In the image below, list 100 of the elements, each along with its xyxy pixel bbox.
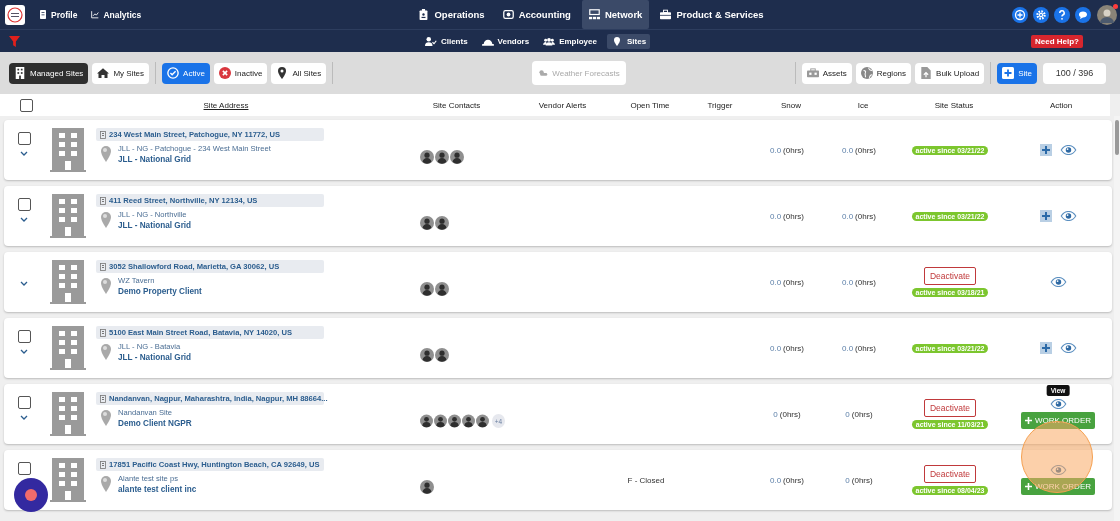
add-icon[interactable] bbox=[1039, 210, 1052, 222]
row-checkbox[interactable] bbox=[17, 132, 31, 145]
client-name-link[interactable]: alante test client inc bbox=[118, 485, 197, 494]
contact-avatar-icon[interactable] bbox=[420, 282, 434, 296]
view-icon[interactable] bbox=[1059, 145, 1077, 155]
user-check-icon bbox=[424, 36, 437, 46]
ice-value: 0 bbox=[845, 409, 850, 419]
building-icon bbox=[50, 128, 86, 172]
nav-tab[interactable]: Network bbox=[581, 0, 650, 29]
document-icon bbox=[39, 10, 47, 19]
contact-avatar-icon[interactable] bbox=[435, 348, 449, 362]
contact-avatar-icon[interactable] bbox=[420, 414, 433, 428]
scope-toggle[interactable]: Managed Sites bbox=[9, 62, 89, 84]
settings-icon[interactable] bbox=[1033, 6, 1049, 23]
expand-chevron-icon[interactable] bbox=[20, 415, 28, 420]
client-name-link[interactable]: JLL - National Grid bbox=[118, 221, 192, 230]
ice-hours: (0hrs) bbox=[851, 475, 873, 485]
scrollbar[interactable] bbox=[1114, 116, 1120, 521]
contact-avatar-icon[interactable] bbox=[476, 414, 489, 428]
column-header[interactable]: Site Address bbox=[48, 100, 404, 110]
subnav-tab[interactable]: Employee bbox=[539, 33, 601, 49]
contact-avatar-icon[interactable] bbox=[435, 150, 449, 164]
map-pin-icon bbox=[101, 410, 111, 426]
row-checkbox[interactable] bbox=[17, 330, 31, 343]
add-icon[interactable] bbox=[1039, 144, 1052, 156]
nav-tab[interactable]: Product & Services bbox=[653, 0, 771, 29]
add-icon[interactable] bbox=[1039, 342, 1052, 354]
add-circle-icon[interactable] bbox=[1012, 6, 1028, 23]
toolbar-button[interactable]: Regions bbox=[855, 62, 912, 84]
contact-avatar-icon[interactable] bbox=[420, 480, 434, 494]
contact-avatar-icon[interactable] bbox=[435, 216, 449, 230]
snow-value: 0 bbox=[773, 409, 778, 419]
contact-avatar-icon[interactable] bbox=[434, 414, 447, 428]
view-icon[interactable] bbox=[1059, 211, 1077, 221]
view-icon[interactable] bbox=[1049, 399, 1067, 409]
nav-tab[interactable]: Operations bbox=[411, 0, 492, 29]
column-header: Open Time bbox=[629, 100, 671, 110]
contact-avatar-icon[interactable] bbox=[420, 150, 434, 164]
expand-chevron-icon[interactable] bbox=[20, 281, 28, 286]
view-icon[interactable] bbox=[1059, 343, 1077, 353]
contact-avatar-icon[interactable] bbox=[435, 282, 449, 296]
status-filter-toggle[interactable]: Inactive bbox=[213, 62, 268, 84]
network-icon bbox=[588, 9, 600, 20]
subnav-tab-label: Clients bbox=[440, 36, 468, 46]
building-icon bbox=[50, 392, 86, 436]
select-all-checkbox[interactable] bbox=[19, 98, 33, 112]
contact-avatar-icon[interactable] bbox=[420, 216, 434, 230]
subnav-tab[interactable]: Vendors bbox=[477, 33, 534, 49]
nav-tab[interactable]: Accounting bbox=[495, 0, 578, 29]
client-name-link[interactable]: JLL - National Grid bbox=[118, 155, 271, 164]
company-logo[interactable] bbox=[5, 4, 25, 25]
row-checkbox[interactable] bbox=[17, 198, 31, 211]
scope-toggle[interactable]: My Sites bbox=[92, 62, 150, 84]
status-filter-toggle[interactable]: Active bbox=[162, 62, 210, 84]
nav-link[interactable]: Profile bbox=[39, 9, 78, 20]
plus-icon bbox=[1002, 67, 1015, 79]
help-icon[interactable] bbox=[1054, 6, 1070, 23]
nav-link[interactable]: Analytics bbox=[91, 9, 142, 20]
ice-hours: (0hrs) bbox=[851, 409, 873, 419]
subnav-tab[interactable]: Sites bbox=[606, 33, 651, 49]
contact-avatar-icon[interactable] bbox=[450, 150, 464, 164]
expand-chevron-icon[interactable] bbox=[20, 151, 28, 156]
toolbar-button[interactable]: Bulk Upload bbox=[915, 62, 985, 84]
deactivate-button[interactable]: Deactivate bbox=[923, 399, 977, 417]
row-checkbox[interactable] bbox=[17, 462, 31, 475]
nav-link-label: Analytics bbox=[103, 9, 142, 20]
contact-avatar-icon[interactable] bbox=[462, 414, 475, 428]
client-name-link[interactable]: Demo Client NGPR bbox=[118, 419, 192, 428]
view-icon[interactable] bbox=[1049, 277, 1067, 287]
chat-icon[interactable] bbox=[1075, 6, 1091, 23]
map-pin-icon bbox=[101, 212, 111, 228]
subnav-tab-label: Vendors bbox=[497, 36, 530, 46]
toolbar-button[interactable]: Assets bbox=[801, 62, 852, 84]
ice-hours: (0hrs) bbox=[855, 343, 876, 353]
filter-icon[interactable] bbox=[9, 35, 20, 47]
deactivate-button[interactable]: Deactivate bbox=[923, 465, 977, 483]
briefcase-icon bbox=[660, 9, 672, 20]
row-checkbox[interactable] bbox=[17, 396, 31, 409]
expand-chevron-icon[interactable] bbox=[20, 217, 28, 222]
building-icon bbox=[100, 394, 106, 403]
client-name-link[interactable]: Demo Property Client bbox=[118, 287, 202, 296]
nav-link-label: Profile bbox=[51, 9, 78, 20]
add-site-button[interactable]: Site bbox=[997, 62, 1037, 84]
subnav-tab-label: Employee bbox=[559, 36, 597, 46]
snow-hours: (0hrs) bbox=[783, 211, 804, 221]
expand-chevron-icon[interactable] bbox=[20, 349, 28, 354]
contact-avatar-icon[interactable] bbox=[448, 414, 461, 428]
deactivate-button[interactable]: Deactivate bbox=[923, 267, 977, 285]
nav-tab-label: Accounting bbox=[518, 9, 571, 20]
building-icon bbox=[100, 130, 106, 139]
status-filter-toggle[interactable]: All Sites bbox=[271, 62, 327, 84]
snow-value: 0.0 bbox=[770, 277, 782, 287]
client-name-link[interactable]: JLL - National Grid bbox=[118, 353, 192, 362]
contact-avatar-icon[interactable] bbox=[420, 348, 434, 362]
nav-tab-label: Operations bbox=[434, 9, 485, 20]
subnav-tab[interactable]: Clients bbox=[420, 33, 472, 49]
cross-circle-icon bbox=[218, 67, 231, 79]
user-avatar[interactable] bbox=[1097, 4, 1117, 25]
need-help-button[interactable]: Need Help? bbox=[1031, 34, 1083, 48]
ice-value: 0.0 bbox=[842, 343, 854, 353]
